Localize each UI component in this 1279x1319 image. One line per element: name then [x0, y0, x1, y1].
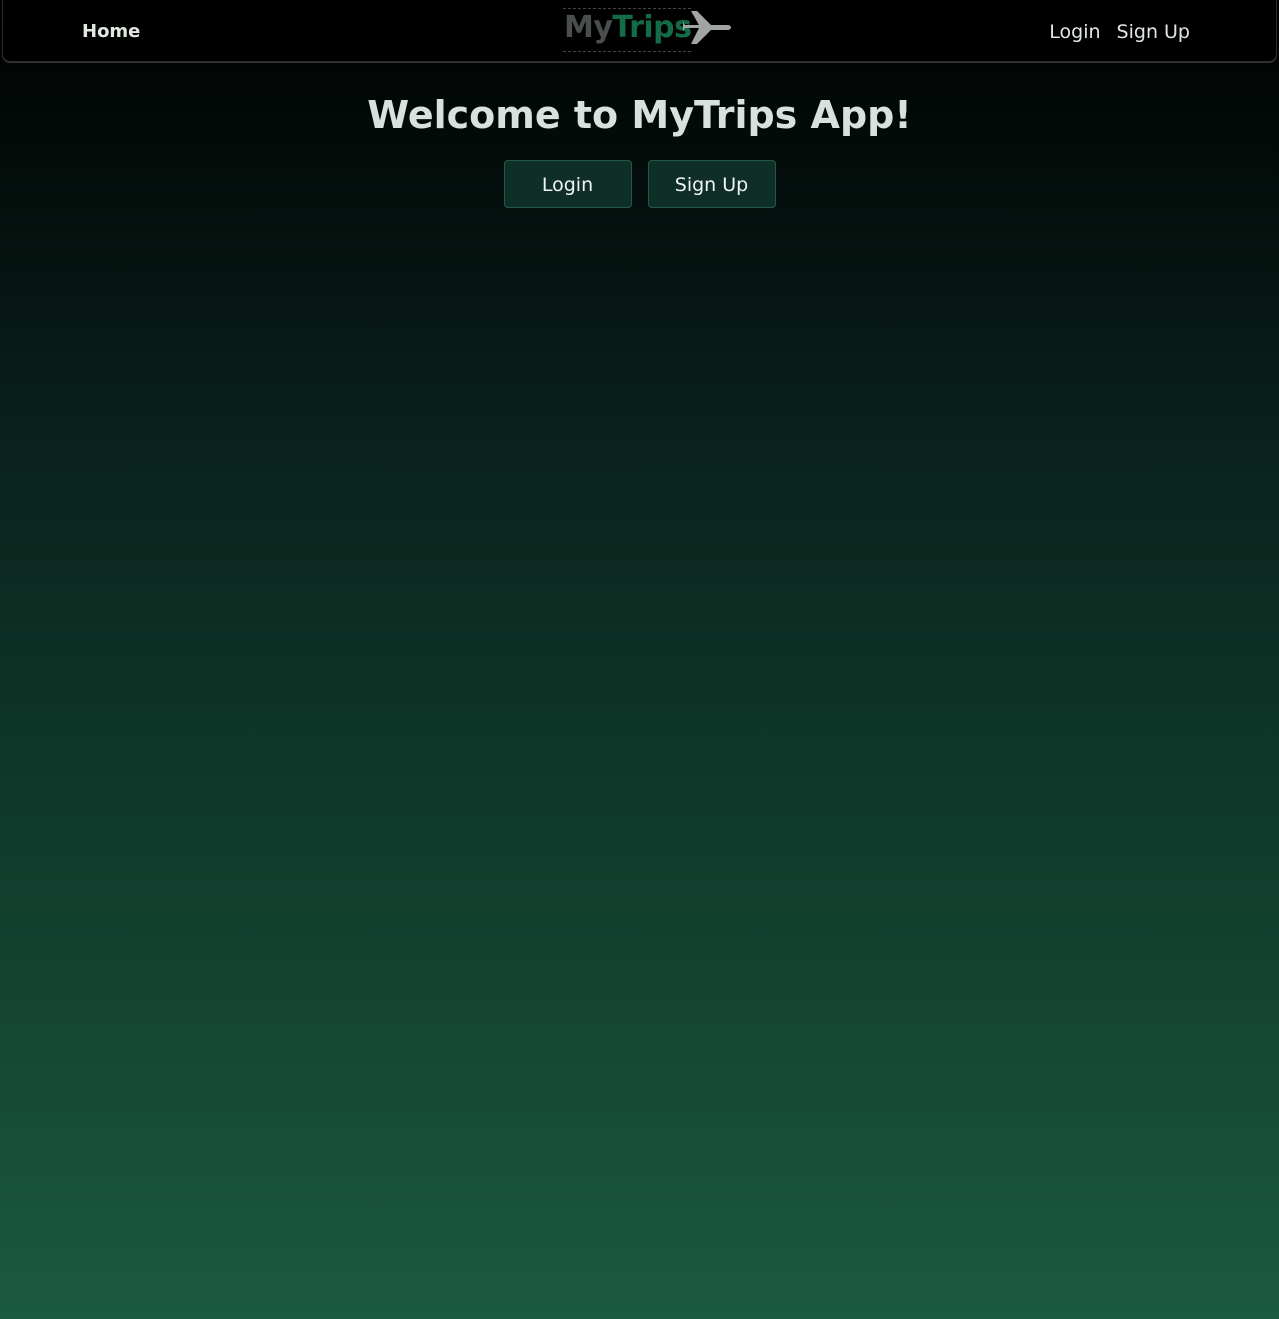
- logo-text-trips: Trips: [612, 10, 692, 45]
- logo-text: MyTrips: [564, 10, 692, 46]
- nav-home-link[interactable]: Home: [82, 20, 140, 44]
- top-navbar: Home MyTrips Login Sign Up: [2, 0, 1277, 62]
- nav-auth-links: Login Sign Up: [1049, 20, 1190, 44]
- login-button[interactable]: Login: [503, 160, 632, 208]
- logo-text-my: My: [564, 10, 613, 45]
- nav-signup-link[interactable]: Sign Up: [1117, 20, 1190, 44]
- auth-button-group: Login Sign Up: [0, 160, 1279, 208]
- signup-button[interactable]: Sign Up: [647, 160, 776, 208]
- airplane-icon: [683, 11, 731, 44]
- nav-login-link[interactable]: Login: [1049, 20, 1100, 44]
- welcome-heading: Welcome to MyTrips App!: [367, 93, 912, 137]
- mytrips-logo[interactable]: MyTrips: [561, 6, 731, 54]
